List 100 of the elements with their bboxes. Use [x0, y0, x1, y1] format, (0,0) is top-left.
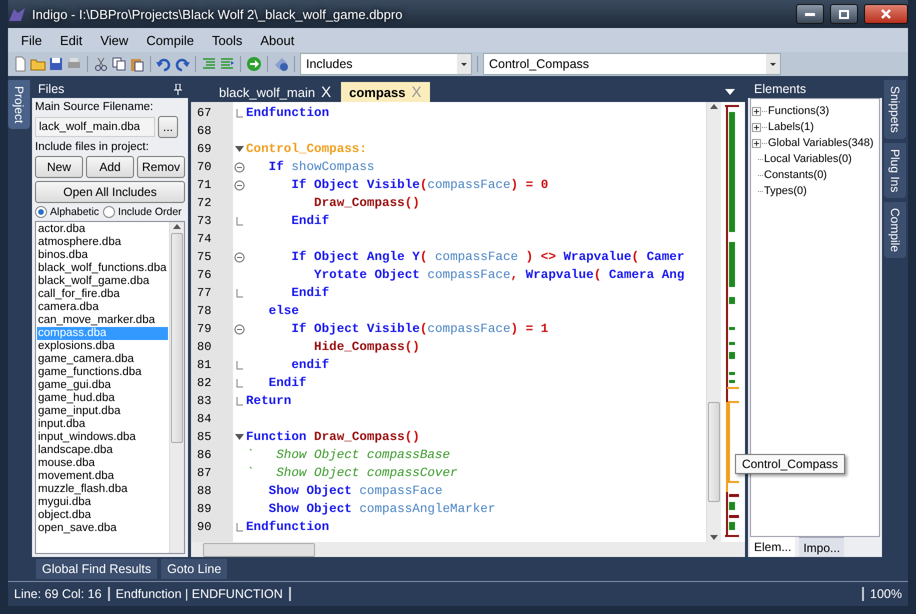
scroll-down-icon[interactable]: [710, 535, 718, 540]
minimize-icon: [805, 12, 815, 16]
browse-button[interactable]: ...: [158, 116, 178, 138]
open-all-button[interactable]: Open All Includes: [35, 181, 185, 203]
radio-icon[interactable]: [35, 206, 47, 218]
file-list-item[interactable]: game_camera.dba: [37, 353, 168, 366]
tooltip: Control_Compass: [734, 454, 845, 474]
scissors-icon[interactable]: [93, 56, 109, 72]
file-list-item[interactable]: object.dba: [37, 509, 168, 522]
file-list-item[interactable]: atmosphere.dba: [37, 236, 168, 249]
editor-tab[interactable]: black_wolf_main X: [211, 82, 340, 102]
copy-icon[interactable]: [111, 56, 127, 72]
code-line: Endfunction: [246, 105, 330, 122]
file-list-item[interactable]: landscape.dba: [37, 444, 168, 457]
scrollbar-thumb[interactable]: [708, 402, 720, 502]
paste-icon[interactable]: [129, 56, 145, 72]
expand-icon[interactable]: [752, 122, 761, 132]
side-tab[interactable]: Compile: [884, 202, 906, 258]
file-list-item[interactable]: input_windows.dba: [37, 431, 168, 444]
redo-icon[interactable]: [174, 56, 190, 72]
side-tab[interactable]: Project: [8, 80, 30, 130]
file-action-button[interactable]: Add: [86, 156, 134, 178]
file-action-button[interactable]: New: [35, 156, 83, 178]
radio-icon[interactable]: [103, 206, 116, 218]
file-list-item[interactable]: input.dba: [37, 418, 168, 431]
field-label: Main Source Filename:: [35, 101, 154, 113]
line-number: 83: [196, 393, 212, 410]
file-list-item[interactable]: muzzle_flash.dba: [37, 483, 168, 496]
file-list-item[interactable]: call_for_fire.dba: [37, 288, 168, 301]
dock-tab[interactable]: Global Find Results: [36, 559, 158, 579]
close-button[interactable]: [864, 4, 908, 24]
file-list-item[interactable]: game_gui.dba: [37, 379, 168, 392]
scroll-up-icon[interactable]: [173, 224, 181, 229]
tab-list-arrow-icon[interactable]: [725, 89, 735, 95]
menu-item[interactable]: Compile: [137, 32, 203, 48]
menu-item[interactable]: View: [91, 32, 138, 48]
file-list-item[interactable]: game_functions.dba: [37, 366, 168, 379]
code-line: Draw_Compass(): [313, 195, 421, 212]
menu-item[interactable]: Edit: [50, 32, 92, 48]
line-number: 85: [196, 429, 212, 446]
minimize-button[interactable]: [796, 4, 824, 24]
fold-minus-icon[interactable]: [234, 252, 245, 262]
sort-radio[interactable]: Alphabetic: [35, 206, 100, 218]
expand-icon[interactable]: [752, 106, 761, 116]
side-tab[interactable]: Snippets: [884, 80, 906, 139]
file-list-item[interactable]: movement.dba: [37, 470, 168, 483]
dock-tab[interactable]: Goto Line: [161, 559, 228, 579]
file-list-item[interactable]: binos.dba: [37, 249, 168, 262]
code-line: ` Show Object compassCover: [246, 465, 459, 482]
app-logo-icon: [8, 6, 26, 22]
tree-item[interactable]: Constants(0): [752, 167, 878, 183]
file-list-item[interactable]: mygui.dba: [37, 496, 168, 509]
fold-minus-icon[interactable]: [234, 324, 245, 334]
line-number: 73: [196, 213, 212, 230]
file-list-item[interactable]: game_input.dba: [37, 405, 168, 418]
tab-close-button[interactable]: X: [321, 84, 332, 100]
fold-arrow-icon[interactable]: [235, 146, 244, 152]
tree-item[interactable]: Local Variables(0): [752, 151, 878, 167]
tree-item[interactable]: Types(0): [752, 183, 878, 199]
undo-icon[interactable]: [156, 56, 172, 72]
file-list-item[interactable]: black_wolf_functions.dba: [37, 262, 168, 275]
sort-radio[interactable]: Include Order: [103, 206, 182, 218]
code-line: If Object Visible(compassFace) = 0: [290, 177, 550, 194]
label-dropdown[interactable]: Control_Compass: [483, 53, 781, 75]
side-tab[interactable]: Plug Ins: [884, 142, 906, 198]
include-dropdown[interactable]: Includes: [300, 53, 472, 75]
fold-minus-icon[interactable]: [234, 162, 245, 172]
file-list-item[interactable]: game_hud.dba: [37, 392, 168, 405]
editor-tab[interactable]: compass X: [341, 82, 430, 102]
tree-item[interactable]: Labels(1): [752, 119, 878, 135]
fold-end-icon: [236, 522, 243, 532]
maximize-button[interactable]: [830, 4, 858, 24]
file-list-item[interactable]: actor.dba: [37, 223, 168, 236]
scrollbar-thumb[interactable]: [171, 233, 183, 443]
file-list-item[interactable]: open_save.dba: [37, 522, 168, 535]
file-list-item[interactable]: black_wolf_game.dba: [37, 275, 168, 288]
tree-item[interactable]: Global Variables(348): [752, 135, 878, 151]
pin-icon[interactable]: [174, 84, 182, 94]
line-number: 90: [196, 519, 212, 536]
file-list-item[interactable]: camera.dba: [37, 301, 168, 314]
line-number: 86: [196, 447, 212, 464]
file-list-item[interactable]: can_move_marker.dba: [37, 314, 168, 327]
file-action-button[interactable]: Remov: [137, 156, 186, 178]
main-source-field[interactable]: lack_wolf_main.dba: [35, 117, 155, 137]
file-list-item[interactable]: explosions.dba: [37, 340, 168, 353]
fold-arrow-icon[interactable]: [235, 434, 244, 440]
scroll-up-icon[interactable]: [710, 104, 718, 109]
menu-item[interactable]: About: [251, 32, 304, 48]
line-number: 89: [196, 501, 212, 518]
expand-icon[interactable]: [752, 138, 761, 148]
fold-minus-icon[interactable]: [234, 180, 245, 190]
tree-item[interactable]: Functions(3): [752, 103, 878, 119]
panel-tab[interactable]: Elem...: [750, 537, 796, 557]
save-icon[interactable]: [48, 56, 64, 72]
line-number: 77: [196, 285, 212, 302]
menu-item[interactable]: File: [12, 32, 51, 48]
menu-item[interactable]: Tools: [203, 32, 252, 48]
run-icon[interactable]: [246, 56, 262, 72]
file-list-item[interactable]: mouse.dba: [37, 457, 168, 470]
panel-tab[interactable]: Impo...: [799, 537, 844, 557]
